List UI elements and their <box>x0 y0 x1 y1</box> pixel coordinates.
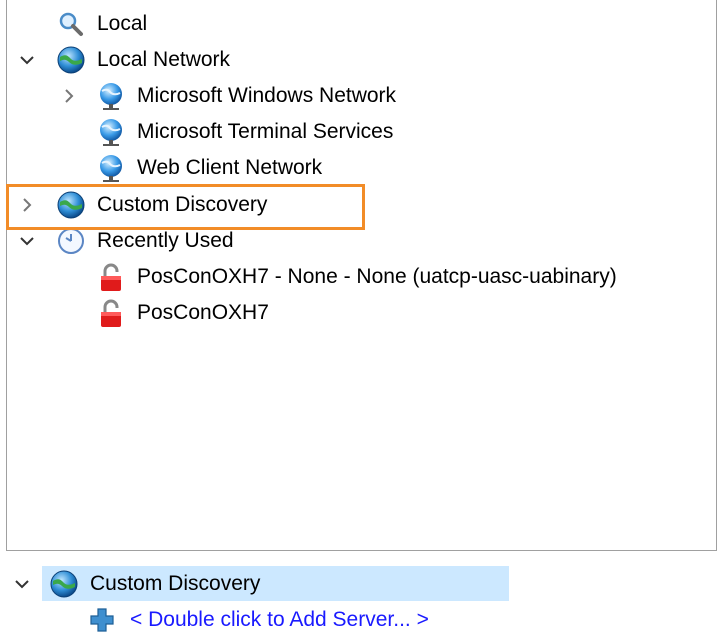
tree-item-web-client-network[interactable]: Web Client Network <box>95 151 322 185</box>
network-globe-blue-icon <box>95 80 127 112</box>
server-tree-panel[interactable]: Local Local Network Microsoft Windows Ne… <box>6 0 717 551</box>
tree-item-label: Web Client Network <box>137 156 323 179</box>
tree-item-label: Microsoft Terminal Services <box>137 120 394 143</box>
expanded-custom-discovery-panel: Custom Discovery < Double click to Add S… <box>0 555 719 637</box>
tree-item-label: PosConOXH7 <box>137 301 269 324</box>
network-globe-blue-icon <box>95 116 127 148</box>
plus-icon <box>88 604 116 636</box>
network-globe-icon <box>55 44 87 76</box>
tree-item-microsoft-windows-network[interactable]: Microsoft Windows Network <box>95 79 396 113</box>
magnifier-icon <box>55 8 87 40</box>
tree-item-label: Microsoft Windows Network <box>137 84 397 107</box>
network-globe-blue-icon <box>95 152 127 184</box>
chevron-right-icon[interactable] <box>59 79 79 113</box>
chevron-down-icon[interactable] <box>12 567 32 601</box>
tree-item-local[interactable]: Local <box>55 7 147 41</box>
tree-item-recent-connection[interactable]: PosConOXH7 - None - None (uatcp-uasc-uab… <box>95 260 617 294</box>
red-lock-icon <box>95 261 127 293</box>
tree-item-label: Local <box>97 12 148 35</box>
network-globe-icon <box>48 568 80 600</box>
highlight-annotation <box>6 184 365 230</box>
tree-item-custom-discovery-selected[interactable]: Custom Discovery <box>48 567 260 601</box>
red-lock-icon <box>95 297 127 329</box>
tree-item-label: PosConOXH7 - None - None (uatcp-uasc-uab… <box>137 265 617 288</box>
tree-item-local-network[interactable]: Local Network <box>55 43 230 77</box>
tree-item-recent-connection[interactable]: PosConOXH7 <box>95 296 269 330</box>
add-server-item[interactable]: < Double click to Add Server... > <box>88 603 429 637</box>
tree-item-microsoft-terminal-services[interactable]: Microsoft Terminal Services <box>95 115 393 149</box>
chevron-down-icon[interactable] <box>17 43 37 77</box>
tree-item-label: Local Network <box>97 48 231 71</box>
add-server-link[interactable]: < Double click to Add Server... > <box>130 603 429 637</box>
tree-item-label: Custom Discovery <box>90 572 261 595</box>
